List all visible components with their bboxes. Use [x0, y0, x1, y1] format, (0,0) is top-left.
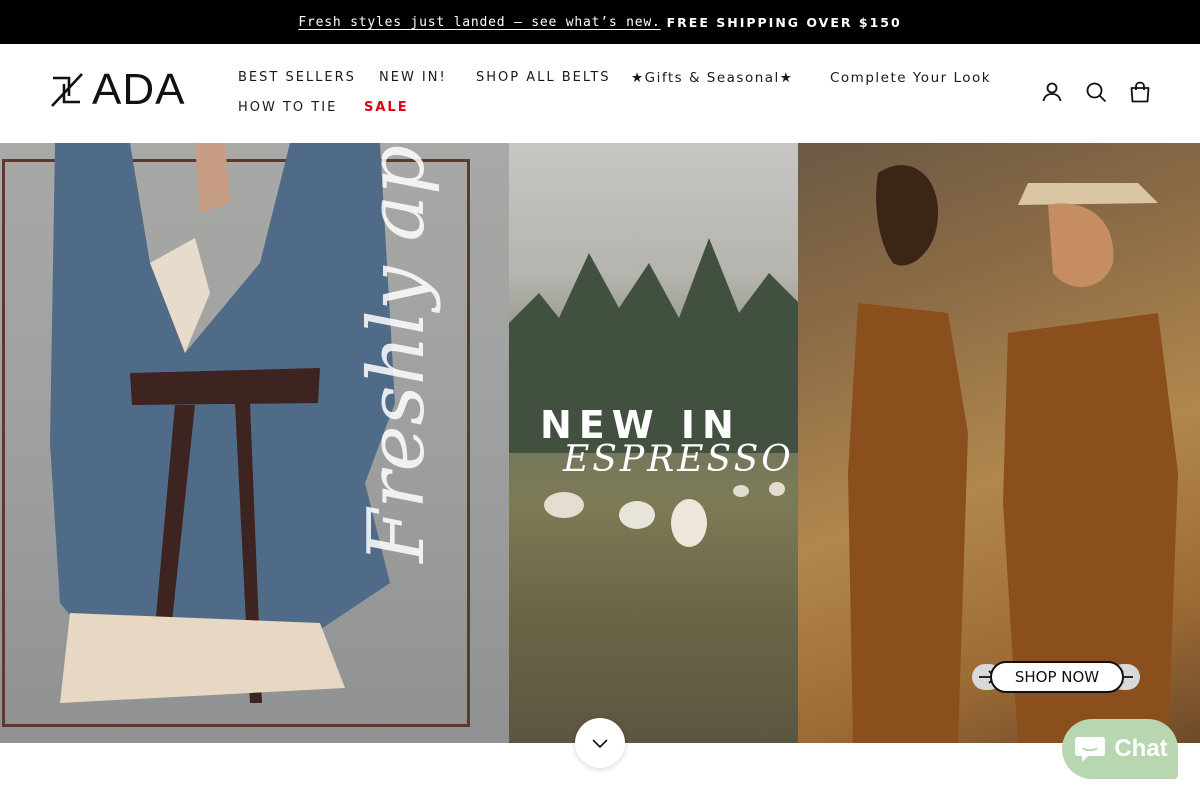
chevron-down-icon: [592, 739, 608, 749]
shop-now-label: SHOP NOW: [990, 661, 1124, 693]
hero-banner[interactable]: Freshly applied NEW IN ESPRESSO SHOP NOW: [0, 143, 1200, 743]
nav-shop-all-belts[interactable]: SHOP ALL BELTS: [476, 70, 611, 85]
hero-subheadline: ESPRESSO: [563, 439, 794, 480]
announcement-bar: Fresh styles just landed — see what’s ne…: [0, 0, 1200, 44]
models-figure: [848, 165, 1178, 743]
site-header: ADA BEST SELLERS NEW IN! SHOP ALL BELTS …: [0, 44, 1200, 143]
nav-complete-your-look[interactable]: Complete Your Look: [830, 70, 991, 86]
account-icon[interactable]: [1040, 80, 1064, 104]
chat-button[interactable]: Chat: [1062, 719, 1178, 779]
hero-image-left: Freshly applied: [0, 143, 510, 743]
nav-how-to-tie[interactable]: HOW TO TIE: [238, 100, 337, 115]
logo-text: ADA: [92, 65, 186, 114]
nav-new-in[interactable]: NEW IN!: [379, 70, 447, 85]
cart-icon[interactable]: [1128, 80, 1152, 104]
nav-sale[interactable]: SALE: [364, 100, 409, 115]
free-shipping-text: FREE SHIPPING OVER $150: [666, 14, 902, 30]
nav-gifts-seasonal[interactable]: ★Gifts & Seasonal★: [631, 70, 793, 86]
chat-label: Chat: [1114, 735, 1168, 762]
search-icon[interactable]: [1084, 80, 1108, 104]
shop-now-button[interactable]: SHOP NOW: [972, 661, 1142, 693]
chat-bubble-icon: [1075, 737, 1106, 762]
hero-script-text: Freshly applied: [352, 143, 442, 563]
logo[interactable]: ADA: [50, 65, 186, 114]
announcement-link[interactable]: Fresh styles just landed — see what’s ne…: [298, 15, 660, 30]
hero-image-right: [798, 143, 1200, 743]
scroll-down-button[interactable]: [575, 718, 625, 768]
nav-best-sellers[interactable]: BEST SELLERS: [238, 70, 356, 85]
logo-mark-icon: [51, 73, 83, 107]
